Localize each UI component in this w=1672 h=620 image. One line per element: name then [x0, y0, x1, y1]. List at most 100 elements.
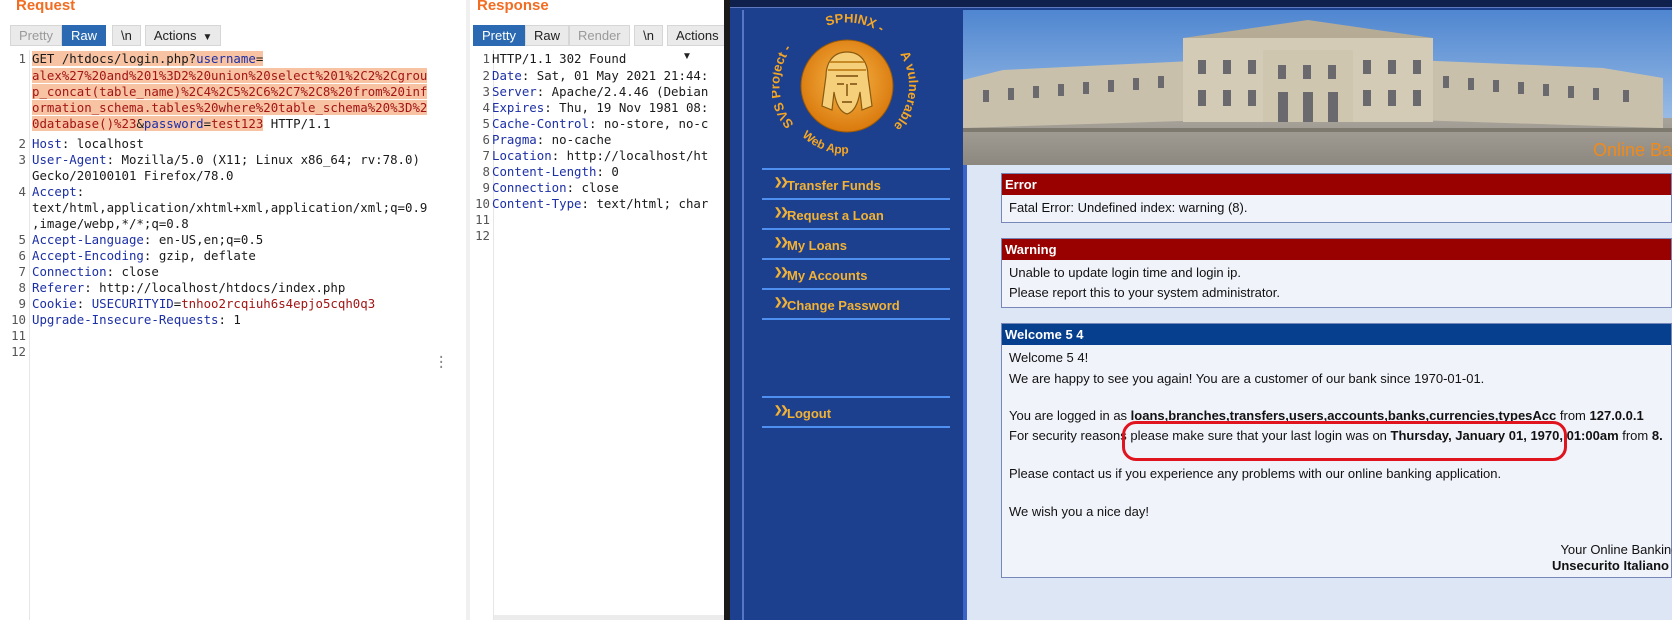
kebab-menu-icon[interactable]: · · ·: [437, 351, 445, 375]
request-line: Host: localhost: [32, 135, 144, 152]
line-number: 11: [475, 212, 490, 227]
header-value: : 0: [596, 164, 619, 179]
header-value: : no-cache: [536, 132, 612, 147]
header-name: Cache-Control: [492, 116, 589, 131]
double-chevron-icon: ❯❯: [774, 297, 789, 308]
request-pane: Request Pretty Raw \n Actions ▼ 1 2 3 4 5…: [0, 0, 466, 620]
response-newline-toggle[interactable]: \n: [634, 24, 663, 46]
request-line: Connection: close: [32, 263, 159, 280]
response-toolbar: Pretty Raw Render \n Actions▼: [473, 24, 724, 62]
line-number: 3: [18, 152, 26, 167]
header-value: : Apache/2.4.46 (Debian: [536, 84, 709, 99]
request-editor[interactable]: 1 2 3 4 5 6 7 8 9 10 11 12 GET /htdocs/l…: [0, 50, 466, 620]
request-actions-dropdown[interactable]: Actions ▼: [144, 24, 222, 46]
request-path: /htdocs/login.php?: [61, 51, 197, 66]
http-method: GET: [32, 51, 62, 66]
request-line: 0database()%23&password=test123 HTTP/1.1: [32, 115, 330, 132]
response-render-tab[interactable]: Render: [568, 24, 630, 46]
header-name: Content-Length: [492, 164, 597, 179]
header-value: text/html,application/xhtml+xml,applicat…: [32, 200, 428, 215]
logged-in-prefix: You are logged in as: [1009, 408, 1131, 423]
header-name: Connection: [492, 180, 567, 195]
horizontal-scrollbar[interactable]: [494, 615, 724, 620]
header-value: : text/html; char: [581, 196, 709, 211]
line-number: 8: [482, 164, 490, 179]
response-line-gutter: 1 2 3 4 5 6 7 8 9 10 11 12: [470, 50, 494, 620]
double-chevron-icon: ❯❯: [774, 177, 789, 188]
request-title: Request: [16, 0, 76, 14]
request-line: Accept-Encoding: gzip, deflate: [32, 247, 256, 264]
request-newline-toggle[interactable]: \n: [111, 24, 141, 46]
nav-transfer-funds-label: Transfer Funds: [787, 178, 881, 193]
nav-my-accounts[interactable]: ❯❯ My Accounts: [762, 258, 950, 290]
banking-app: SVS Project - SPHINX - A vulnerable Web …: [730, 0, 1672, 620]
request-pretty-tab[interactable]: Pretty: [10, 24, 62, 46]
cookie-value: tnhoo2rcqiuh6s4epjo5cqh0q3: [181, 296, 376, 311]
request-actions-label: Actions: [153, 27, 197, 43]
header-value: : no-store, no-c: [588, 116, 709, 131]
warning-line-1: Unable to update login time and login ip…: [1009, 265, 1241, 280]
logged-in-ip: 127.0.0.1: [1589, 408, 1644, 423]
warning-title: Warning: [1002, 239, 1671, 260]
injection-payload: alex%27%20and%201%3D2%20union%20select%2…: [32, 68, 428, 83]
nav-my-loans[interactable]: ❯❯ My Loans: [762, 228, 950, 260]
line-number: 1: [482, 51, 490, 66]
header-name: Content-Type: [492, 196, 582, 211]
nav-logout[interactable]: ❯❯ Logout: [762, 396, 950, 428]
palace-banner-image: [963, 10, 1672, 165]
nav-transfer-funds[interactable]: ❯❯ Transfer Funds: [762, 168, 950, 200]
param-separator: &: [136, 116, 144, 131]
last-login-ip: 8.: [1651, 428, 1663, 443]
main-content: Error Fatal Error: Undefined index: warn…: [963, 165, 1672, 620]
param-name: username: [196, 51, 256, 66]
page-left-border: [742, 10, 744, 620]
header-value: : Mozilla/5.0 (X11; Linux x86_64; rv:78.…: [106, 152, 420, 167]
line-number: 11: [11, 328, 26, 343]
request-line: Accept:: [32, 183, 84, 200]
warning-line-2: Please report this to your system admini…: [1009, 285, 1280, 300]
request-raw-tab[interactable]: Raw: [61, 24, 106, 46]
request-line: User-Agent: Mozilla/5.0 (X11; Linux x86_…: [32, 151, 420, 168]
line-number: 4: [482, 100, 490, 115]
header-name: Accept-Encoding: [32, 248, 144, 263]
nav-my-loans-label: My Loans: [787, 238, 847, 253]
header-value: : Thu, 19 Nov 1981 08:: [544, 100, 709, 115]
response-raw-tab[interactable]: Raw: [524, 24, 569, 46]
header-value: : en-US,en;q=0.5: [143, 232, 264, 247]
warning-box: Warning Unable to update login time and …: [1001, 238, 1672, 308]
request-line: GET /htdocs/login.php?username=: [32, 50, 264, 67]
request-line: Gecko/20100101 Firefox/78.0: [32, 167, 233, 184]
header-name: User-Agent: [32, 152, 107, 167]
response-editor[interactable]: 1 2 3 4 5 6 7 8 9 10 11 12 HTTP/1.1 302 …: [470, 50, 724, 620]
cookie-name: USECURITYID: [91, 296, 174, 311]
line-number: 7: [18, 264, 26, 279]
nav-change-password[interactable]: ❯❯ Change Password: [762, 288, 950, 320]
line-number: 6: [482, 132, 490, 147]
nav-logout-label: Logout: [787, 406, 832, 421]
response-pane: Response Pretty Raw Render \n Actions▼ 1…: [470, 0, 724, 620]
error-box: Error Fatal Error: Undefined index: warn…: [1001, 173, 1672, 223]
double-chevron-icon: ❯❯: [774, 207, 789, 218]
line-number: 6: [18, 248, 26, 263]
sphinx-logo: SVS Project - SPHINX - A vulnerable Web …: [772, 14, 921, 157]
header-name: Upgrade-Insecure-Requests: [32, 312, 219, 327]
request-toolbar: Pretty Raw \n Actions ▼: [10, 24, 225, 46]
line-number: 5: [482, 116, 490, 131]
welcome-title: Welcome 5 4: [1002, 324, 1671, 345]
http-version: HTTP/1.1: [263, 116, 331, 131]
header-value: : http://localhost/ht: [551, 148, 709, 163]
line-number: 12: [11, 344, 26, 359]
request-line: Accept-Language: en-US,en;q=0.5: [32, 231, 263, 248]
response-pretty-tab[interactable]: Pretty: [473, 24, 525, 46]
response-actions-dropdown[interactable]: Actions▼: [666, 24, 724, 62]
header-name: Expires: [492, 100, 545, 115]
injection-payload: 0database()%23: [32, 116, 137, 131]
contact-text: Please contact us if you experience any …: [1009, 466, 1502, 481]
line-number: 10: [11, 312, 26, 327]
header-value: ,image/webp,*/*;q=0.8: [32, 216, 189, 231]
header-colon: :: [76, 296, 92, 311]
header-name: Pragma: [492, 132, 537, 147]
response-line: Cache-Control: no-store, no-c: [492, 115, 708, 132]
nav-request-loan[interactable]: ❯❯ Request a Loan: [762, 198, 950, 230]
response-line: Date: Sat, 01 May 2021 21:44:: [492, 67, 708, 84]
